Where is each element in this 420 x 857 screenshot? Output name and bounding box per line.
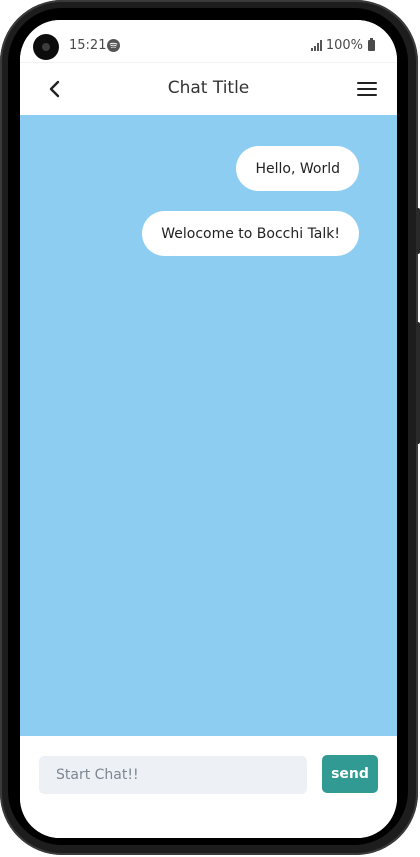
battery-icon xyxy=(368,38,375,51)
phone-screen: 15:21 100% Chat Title Hello, World Weloc… xyxy=(20,20,397,838)
page-title: Chat Title xyxy=(167,78,250,98)
spotify-icon xyxy=(107,39,120,52)
status-indicators: 100% xyxy=(310,38,375,53)
status-bar: 15:21 100% xyxy=(20,20,397,62)
chat-message-input[interactable] xyxy=(39,756,307,794)
hamburger-menu-icon xyxy=(357,82,377,96)
send-button[interactable]: send xyxy=(322,755,378,793)
status-time: 15:21 xyxy=(69,38,107,53)
volume-button xyxy=(416,208,420,254)
signal-bars-icon xyxy=(310,40,322,51)
app-header: Chat Title xyxy=(20,62,397,116)
message-bubble-sent: Hello, World xyxy=(236,146,359,191)
chevron-left-icon xyxy=(49,80,60,98)
phone-frame: 15:21 100% Chat Title Hello, World Weloc… xyxy=(0,0,420,855)
back-button[interactable] xyxy=(42,75,68,103)
message-bubble-sent: Welocome to Bocchi Talk! xyxy=(142,211,359,256)
message-composer: send xyxy=(20,736,397,838)
front-camera xyxy=(33,34,59,60)
power-button xyxy=(416,322,420,444)
battery-percentage: 100% xyxy=(325,38,363,53)
chat-message-list[interactable]: Hello, World Welocome to Bocchi Talk! xyxy=(20,115,397,736)
menu-button[interactable] xyxy=(355,76,379,102)
